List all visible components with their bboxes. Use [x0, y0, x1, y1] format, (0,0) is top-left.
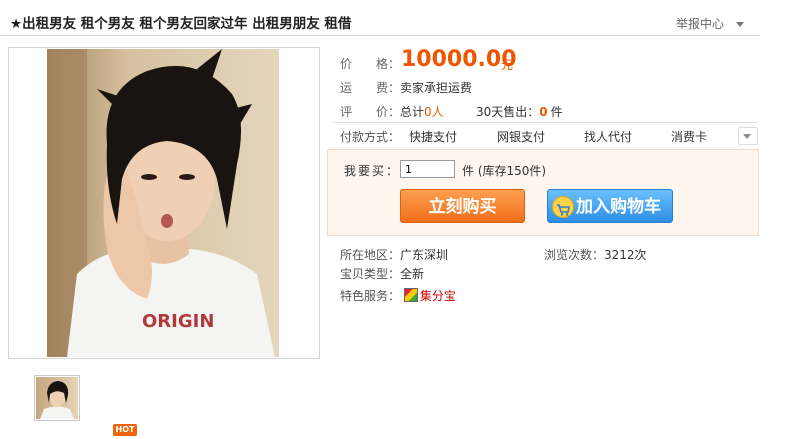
report-label: 举报中心: [676, 17, 725, 31]
review-count-link[interactable]: 0人: [424, 105, 444, 119]
thumbnail-1[interactable]: [34, 375, 80, 421]
sold-unit: 件: [550, 105, 563, 119]
photo-illustration: ORIGIN: [47, 49, 279, 357]
sold-row: 30天售出：0 件: [476, 103, 563, 120]
stock-info: 件 (库存150件): [462, 164, 547, 178]
type-label: 宝贝类型：: [340, 267, 401, 281]
quantity-input[interactable]: [400, 160, 455, 178]
type-value: 全新: [400, 267, 425, 281]
payment-label: 付款方式：: [340, 130, 401, 144]
review-row: 评 价：总计0人: [340, 103, 444, 120]
purchase-panel: 我要买： 件 (库存150件) 立刻购买 加入购物车: [327, 149, 759, 236]
price-row: 价 格：: [340, 55, 400, 72]
hot-badge: HOT: [113, 424, 137, 436]
location-value: 广东深圳: [400, 248, 449, 262]
payment-method-giftcard[interactable]: 消费卡: [671, 128, 707, 145]
price-unit: 元: [501, 58, 514, 72]
review-label: 评 价：: [340, 105, 401, 119]
shirt-print: ORIGIN: [142, 311, 214, 332]
quantity-label: 我要买：: [344, 164, 401, 178]
header-divider: [0, 35, 760, 36]
chevron-down-icon: [736, 22, 745, 27]
type-row: 宝贝类型：全新: [340, 265, 424, 282]
review-prefix: 总计: [400, 105, 425, 119]
buy-now-button[interactable]: 立刻购买: [400, 189, 525, 223]
jifenbao-icon: [403, 288, 418, 302]
payment-method-quickpay[interactable]: 快捷支付: [409, 128, 457, 145]
product-photo: ORIGIN: [47, 49, 279, 357]
sold-count: 0: [539, 105, 548, 119]
price-label: 价 格：: [340, 57, 401, 71]
views-value: 3212次: [604, 248, 647, 262]
item-title: ★出租男友 租个男友 租个男友回家过年 出租男朋友 租借: [10, 16, 352, 32]
payment-methods-bar: 付款方式： 快捷支付 网银支付 找人代付 消费卡: [333, 122, 758, 147]
add-to-cart-label: 加入购物车: [576, 197, 661, 217]
sold-label: 30天售出：: [476, 105, 540, 119]
payment-method-proxy[interactable]: 找人代付: [584, 128, 632, 145]
shipping-label: 运 费：: [340, 81, 401, 95]
shipping-value: 卖家承担运费: [400, 81, 473, 95]
report-center-link[interactable]: 举报中心: [676, 15, 745, 32]
main-image-frame[interactable]: ORIGIN: [8, 47, 320, 359]
thumbnail-photo: [36, 377, 78, 419]
cart-icon: [552, 196, 574, 218]
location-label: 所在地区：: [340, 248, 401, 262]
shipping-row: 运 费：卖家承担运费: [340, 79, 472, 96]
chevron-down-icon: [743, 134, 751, 139]
views-row: 浏览次数：3212次: [544, 246, 647, 263]
service-row: 特色服务： 集分宝: [340, 287, 456, 304]
service-label: 特色服务：: [340, 289, 401, 303]
location-row: 所在地区：广东深圳: [340, 246, 448, 263]
views-label: 浏览次数：: [544, 248, 605, 262]
add-to-cart-button[interactable]: 加入购物车: [547, 189, 673, 223]
price-value: 10000.00: [401, 47, 517, 72]
service-link[interactable]: 集分宝: [420, 289, 456, 303]
payment-method-netbank[interactable]: 网银支付: [497, 128, 545, 145]
